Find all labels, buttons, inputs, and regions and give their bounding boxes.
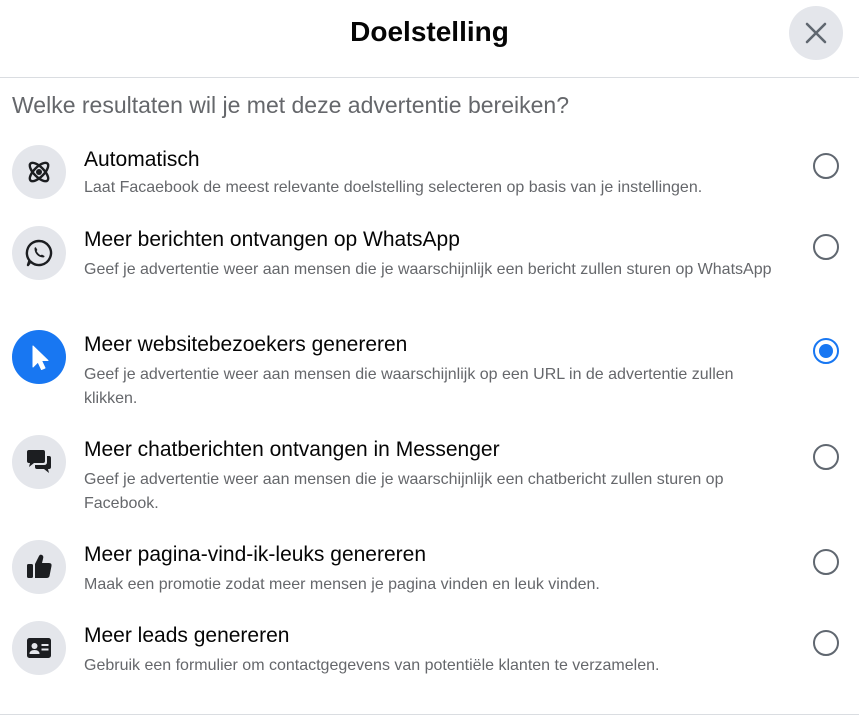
contact-card-icon (12, 621, 66, 675)
option-description: Geef je advertentie weer aan mensen die … (84, 471, 724, 512)
close-icon (805, 22, 827, 44)
option-title: Meer pagina-vind-ik-leuks genereren (84, 543, 427, 566)
option-description: Gebruik een formulier om contactgegevens… (84, 657, 660, 674)
option-title: Meer websitebezoekers genereren (84, 333, 408, 356)
option-whatsapp[interactable]: Meer berichten ontvangen op WhatsApp Gee… (0, 220, 859, 310)
option-description: Laat Facaebook de meest relevante doelst… (84, 179, 703, 196)
thumbs-up-icon (12, 540, 66, 594)
option-pagina-vind-ik-leuks[interactable]: Meer pagina-vind-ik-leuks genereren Maak… (0, 535, 859, 605)
option-automatisch[interactable]: Automatisch Laat Facaebook de meest rele… (0, 140, 859, 210)
option-title: Meer leads genereren (84, 624, 290, 647)
option-description: Maak een promotie zodat meer mensen je p… (84, 576, 600, 593)
option-websitebezoekers[interactable]: Meer websitebezoekers genereren Geef je … (0, 325, 859, 415)
close-button[interactable] (789, 6, 843, 60)
option-description: Geef je advertentie weer aan mensen die … (84, 261, 772, 278)
whatsapp-icon (12, 226, 66, 280)
footer-divider (0, 714, 859, 715)
option-description: Geef je advertentie weer aan mensen die … (84, 366, 734, 407)
dialog-header: Doelstelling (0, 0, 859, 78)
radio-leads[interactable] (813, 630, 839, 656)
question-text: Welke resultaten wil je met deze adverte… (12, 92, 569, 118)
radio-automatisch[interactable] (813, 153, 839, 179)
radio-websitebezoekers[interactable] (813, 338, 839, 364)
option-leads[interactable]: Meer leads genereren Gebruik een formuli… (0, 616, 859, 686)
radio-whatsapp[interactable] (813, 234, 839, 260)
chat-bubbles-icon (12, 435, 66, 489)
option-title: Meer berichten ontvangen op WhatsApp (84, 228, 460, 251)
option-messenger[interactable]: Meer chatberichten ontvangen in Messenge… (0, 430, 859, 520)
radio-messenger[interactable] (813, 444, 839, 470)
atom-icon (12, 145, 66, 199)
option-title: Meer chatberichten ontvangen in Messenge… (84, 438, 500, 461)
option-title: Automatisch (84, 148, 200, 171)
radio-pagina-vind-ik-leuks[interactable] (813, 549, 839, 575)
dialog-title: Doelstelling (350, 16, 509, 47)
cursor-icon (12, 330, 66, 384)
